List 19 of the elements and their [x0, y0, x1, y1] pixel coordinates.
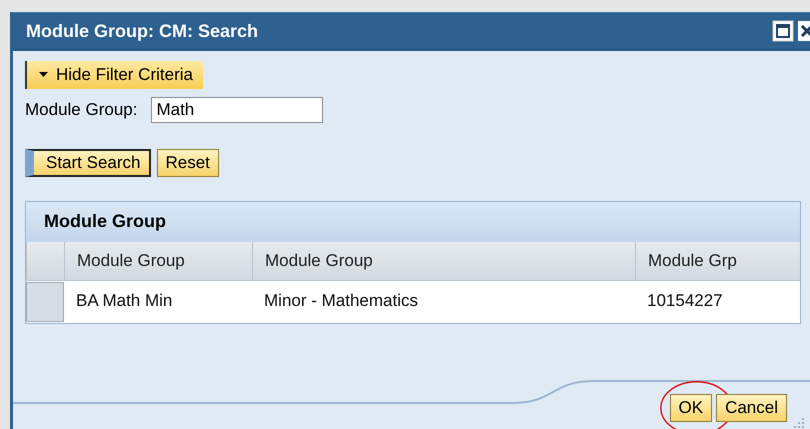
- table-cell-text: 10154227: [646, 290, 724, 312]
- resize-grip-icon[interactable]: [793, 417, 805, 429]
- hide-filter-button[interactable]: Hide Filter Criteria: [25, 61, 203, 89]
- column-header: Module Group: [252, 242, 635, 281]
- maximize-icon[interactable]: [772, 20, 794, 42]
- dialog-button[interactable]: Cancel: [716, 394, 787, 422]
- column-header: Module Grp: [635, 242, 800, 281]
- close-icon[interactable]: [797, 20, 810, 42]
- window-title: Module Group: CM: Search: [26, 20, 258, 42]
- table-cell-text: Minor - Mathematics: [263, 290, 419, 312]
- search-button[interactable]: Start Search: [25, 149, 150, 177]
- table-cell-text: BA Math Min: [75, 290, 174, 312]
- table-title: Module Group: [26, 202, 800, 242]
- input-field[interactable]: Math: [151, 97, 324, 123]
- header-cell: [26, 242, 64, 281]
- search-button[interactable]: Reset: [156, 149, 219, 177]
- dialog-button[interactable]: OK: [670, 394, 712, 422]
- field-label: Module Group:: [25, 100, 138, 120]
- column-header: Module Group: [64, 242, 252, 281]
